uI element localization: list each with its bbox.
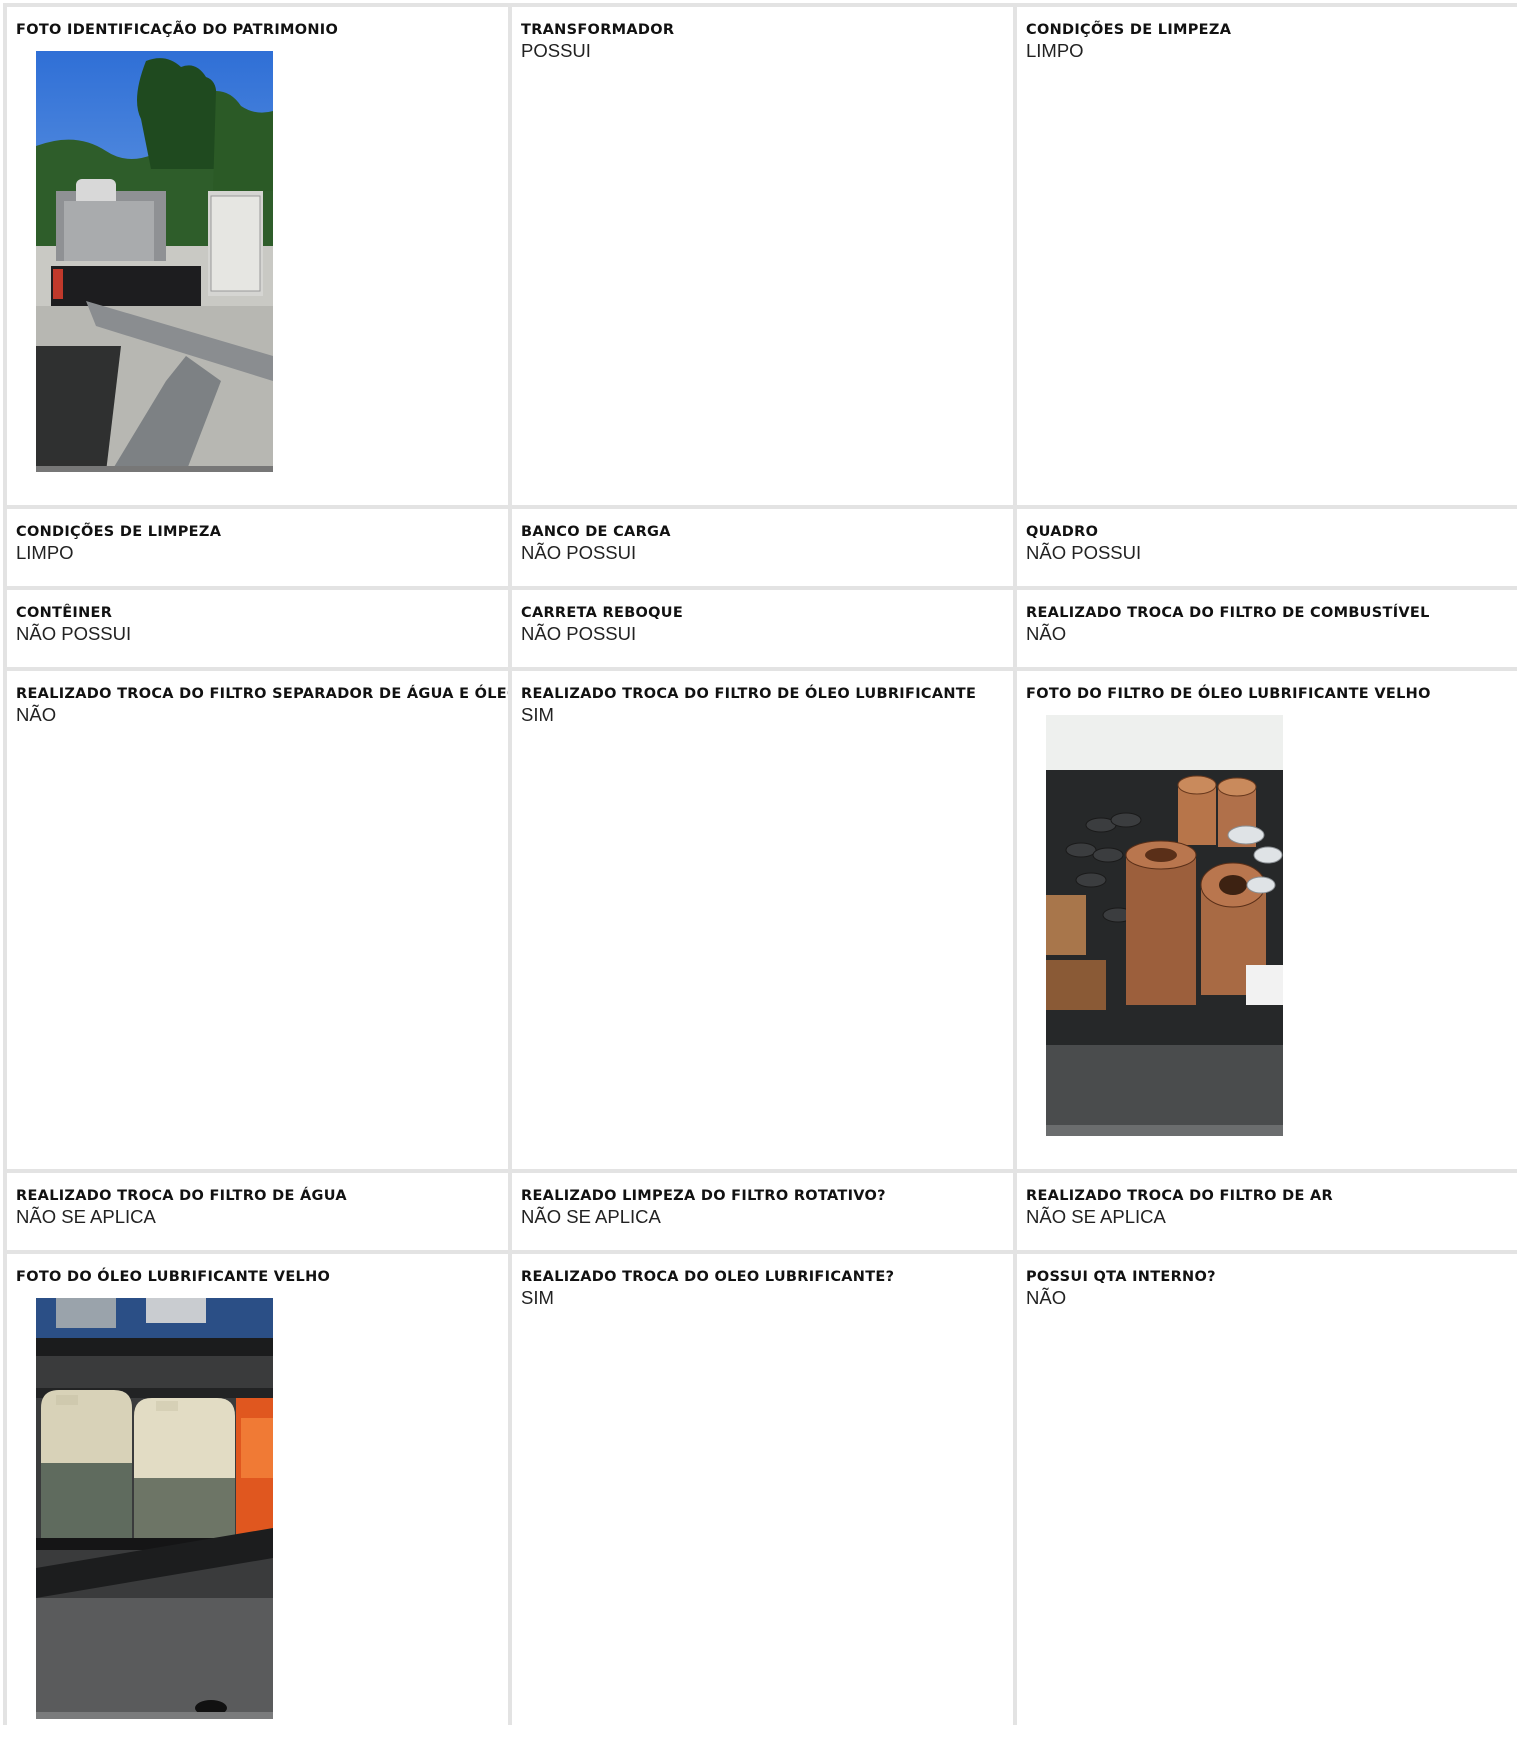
field-cell-oleo-lubrificante: REALIZADO TROCA DO OLEO LUBRIFICANTE? SI… xyxy=(512,1254,1013,1749)
field-cell-qta-interno: POSSUI QTA INTERNO? NÃO xyxy=(1017,1254,1519,1749)
field-value: NÃO SE APLICA xyxy=(521,1206,661,1227)
field-label: CONDIÇÕES DE LIMPEZA xyxy=(16,524,222,540)
field-label: REALIZADO TROCA DO FILTRO DE ÓLEO LUBRIF… xyxy=(521,686,977,702)
field-label: FOTO DO ÓLEO LUBRIFICANTE VELHO xyxy=(16,1269,331,1285)
field-label: CARRETA REBOQUE xyxy=(521,605,684,621)
field-label: REALIZADO TROCA DO FILTRO DE AR xyxy=(1026,1188,1334,1204)
field-label: REALIZADO TROCA DO FILTRO DE COMBUSTÍVEL xyxy=(1026,605,1430,621)
inspection-grid: FOTO IDENTIFICAÇÃO DO PATRIMONIO TRANSFO… xyxy=(3,3,1519,1749)
field-label: CONTÊINER xyxy=(16,605,113,621)
field-cell-filtro-ar: REALIZADO TROCA DO FILTRO DE AR NÃO SE A… xyxy=(1017,1173,1519,1250)
field-value: SIM xyxy=(521,1287,554,1308)
field-value: SIM xyxy=(521,704,554,725)
field-value: NÃO xyxy=(1026,623,1067,644)
field-cell-condicoes-limpeza: CONDIÇÕES DE LIMPEZA LIMPO xyxy=(1017,7,1519,505)
field-cell-conteiner: CONTÊINER NÃO POSSUI xyxy=(7,590,508,667)
field-label: REALIZADO TROCA DO OLEO LUBRIFICANTE? xyxy=(521,1269,895,1285)
field-cell-carreta-reboque: CARRETA REBOQUE NÃO POSSUI xyxy=(512,590,1013,667)
photo-patrimonio xyxy=(36,51,273,472)
field-value: NÃO POSSUI xyxy=(1026,542,1142,563)
field-value: NÃO POSSUI xyxy=(521,623,637,644)
field-value: NÃO xyxy=(1026,1287,1067,1308)
field-value: NÃO SE APLICA xyxy=(1026,1206,1166,1227)
field-cell-filtro-agua: REALIZADO TROCA DO FILTRO DE ÁGUA NÃO SE… xyxy=(7,1173,508,1250)
field-value: LIMPO xyxy=(1026,40,1084,61)
field-cell-foto-oleo-velho: FOTO DO ÓLEO LUBRIFICANTE VELHO xyxy=(7,1254,508,1749)
field-label: FOTO DO FILTRO DE ÓLEO LUBRIFICANTE VELH… xyxy=(1026,686,1431,702)
field-value: NÃO POSSUI xyxy=(16,623,132,644)
field-label: REALIZADO TROCA DO FILTRO DE ÁGUA xyxy=(16,1188,347,1204)
field-value: NÃO POSSUI xyxy=(521,542,637,563)
field-label: REALIZADO LIMPEZA DO FILTRO ROTATIVO? xyxy=(521,1188,886,1204)
field-label: FOTO IDENTIFICAÇÃO DO PATRIMONIO xyxy=(16,22,339,38)
field-cell-photo-patrimonio: FOTO IDENTIFICAÇÃO DO PATRIMONIO xyxy=(7,7,508,505)
field-value: LIMPO xyxy=(16,542,74,563)
field-label: TRANSFORMADOR xyxy=(521,22,675,38)
photo-filtro-oleo-velho xyxy=(1046,715,1283,1136)
field-label: BANCO DE CARGA xyxy=(521,524,671,540)
photo-oleo-lubrificante-velho xyxy=(36,1298,273,1719)
field-value: NÃO xyxy=(16,704,57,725)
field-label: REALIZADO TROCA DO FILTRO SEPARADOR DE Á… xyxy=(16,686,508,702)
field-cell-foto-filtro-oleo: FOTO DO FILTRO DE ÓLEO LUBRIFICANTE VELH… xyxy=(1017,671,1519,1169)
field-cell-filtro-separador: REALIZADO TROCA DO FILTRO SEPARADOR DE Á… xyxy=(7,671,508,1169)
field-cell-filtro-rotativo: REALIZADO LIMPEZA DO FILTRO ROTATIVO? NÃ… xyxy=(512,1173,1013,1250)
field-cell-quadro: QUADRO NÃO POSSUI xyxy=(1017,509,1519,586)
field-cell-transformador: TRANSFORMADOR POSSUI xyxy=(512,7,1013,505)
field-label: QUADRO xyxy=(1026,524,1099,540)
field-cell-filtro-oleo-lubrificante: REALIZADO TROCA DO FILTRO DE ÓLEO LUBRIF… xyxy=(512,671,1013,1169)
field-value: POSSUI xyxy=(521,40,591,61)
field-label: CONDIÇÕES DE LIMPEZA xyxy=(1026,22,1232,38)
field-value: NÃO SE APLICA xyxy=(16,1206,156,1227)
field-label: POSSUI QTA INTERNO? xyxy=(1026,1269,1216,1285)
field-cell-filtro-combustivel: REALIZADO TROCA DO FILTRO DE COMBUSTÍVEL… xyxy=(1017,590,1519,667)
field-cell-condicoes-limpeza-2: CONDIÇÕES DE LIMPEZA LIMPO xyxy=(7,509,508,586)
field-cell-banco-de-carga: BANCO DE CARGA NÃO POSSUI xyxy=(512,509,1013,586)
